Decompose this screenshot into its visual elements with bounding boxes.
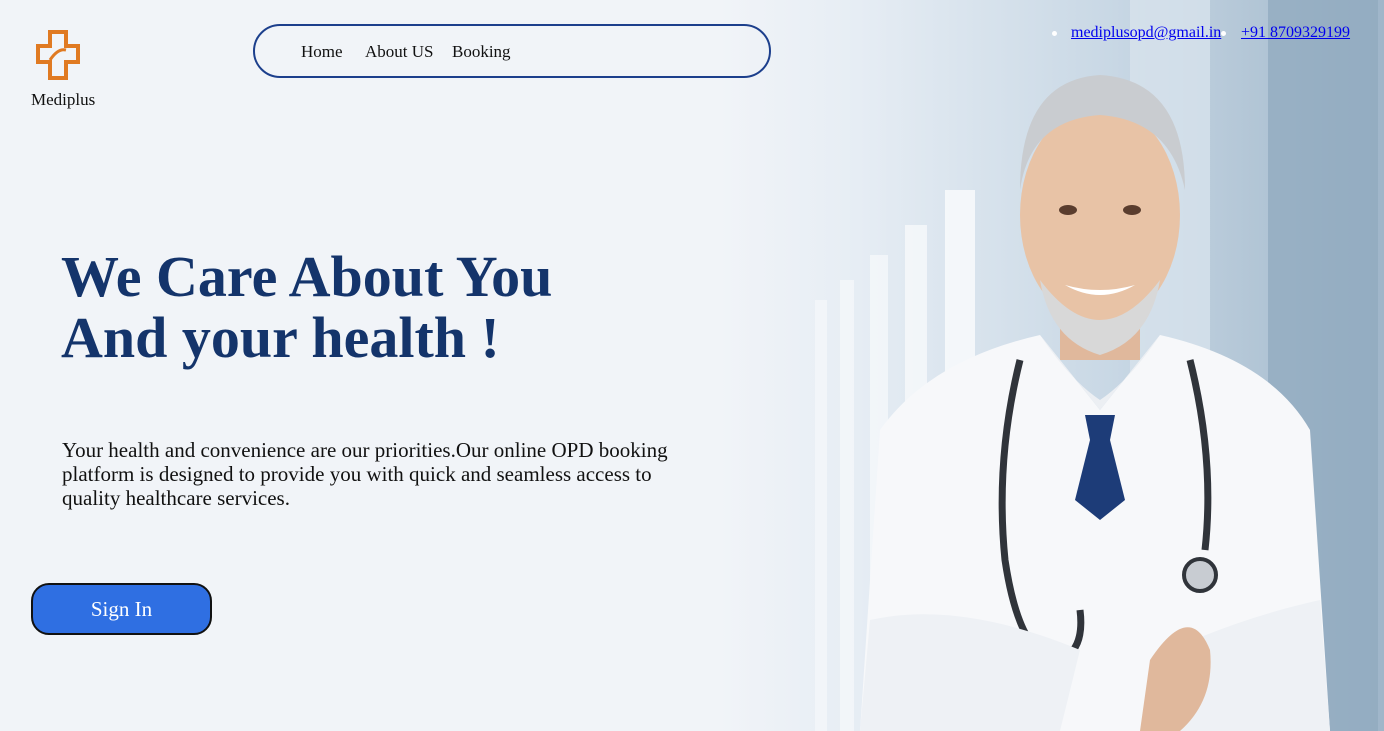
hero-headline: We Care About You And your health !	[61, 246, 621, 368]
bullet-icon	[1052, 31, 1057, 36]
email-link[interactable]: mediplusopd@gmail.in	[1071, 24, 1221, 42]
nav-about-us[interactable]: About US	[365, 42, 433, 62]
medical-cross-icon	[36, 30, 80, 80]
hero-description: Your health and convenience are our prio…	[62, 438, 668, 510]
headline-line-2: And your health !	[61, 305, 500, 370]
phone-link[interactable]: +91 8709329199	[1241, 24, 1350, 42]
sign-in-button[interactable]: Sign In	[31, 583, 212, 635]
brand-name: Mediplus	[31, 90, 96, 109]
nav-booking[interactable]: Booking	[452, 42, 511, 62]
bullet-icon	[1221, 31, 1226, 36]
headline-line-1: We Care About You	[61, 244, 553, 309]
nav-home[interactable]: Home	[301, 42, 343, 62]
